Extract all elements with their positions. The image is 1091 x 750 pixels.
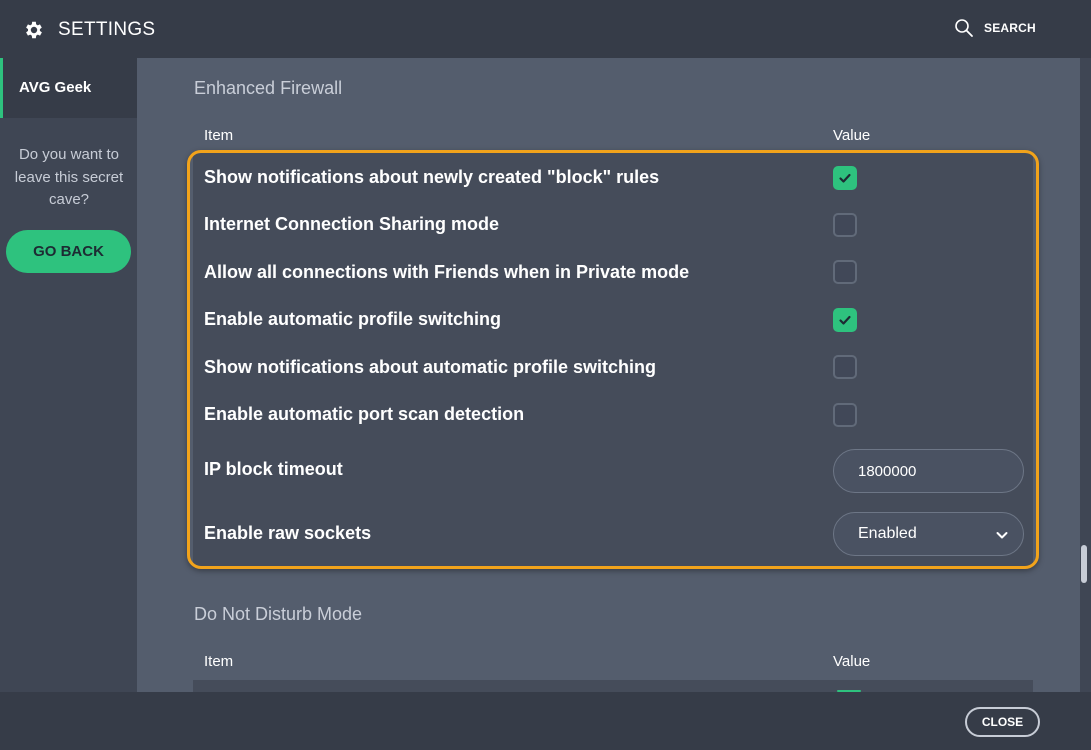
dnd-settings-table	[193, 680, 1033, 692]
chevron-down-icon	[996, 532, 1008, 539]
gear-icon	[26, 21, 42, 39]
sidebar-item-avg-geek[interactable]: AVG Geek	[0, 58, 137, 118]
ip-block-timeout-input[interactable]: 1800000	[833, 449, 1024, 493]
search-button[interactable]: SEARCH	[954, 17, 1036, 39]
footer-bar: CLOSE	[0, 692, 1091, 750]
search-label: SEARCH	[984, 21, 1036, 35]
friends-private-mode-checkbox[interactable]	[833, 260, 857, 284]
setting-label: Show notifications about automatic profi…	[204, 357, 657, 377]
column-header-value: Value	[833, 127, 871, 144]
page-title: SETTINGS	[58, 19, 156, 40]
scrollbar-thumb[interactable]	[1081, 545, 1087, 583]
scrollbar-track[interactable]	[1080, 58, 1091, 692]
sidebar-item-label: AVG Geek	[19, 79, 92, 96]
settings-content[interactable]: Enhanced Firewall Item Value Show notifi…	[137, 58, 1080, 692]
search-icon	[955, 19, 973, 37]
sidebar: AVG Geek Do you want to leave this secre…	[0, 58, 137, 692]
setting-label: IP block timeout	[204, 459, 343, 479]
leave-prompt: Do you want to leave this secret cave?	[14, 146, 124, 208]
close-button[interactable]: CLOSE	[965, 707, 1040, 737]
setting-label: Enable raw sockets	[204, 523, 372, 543]
section-title-do-not-disturb: Do Not Disturb Mode	[194, 604, 363, 624]
setting-label: Show notifications about newly created "…	[204, 167, 660, 187]
column-header-item: Item	[204, 127, 234, 144]
header-bar: SETTINGS SEARCH	[0, 0, 1091, 58]
block-rules-notification-checkbox[interactable]	[833, 166, 857, 190]
profile-switching-notification-checkbox[interactable]	[833, 355, 857, 379]
setting-label: Allow all connections with Friends when …	[204, 262, 690, 282]
setting-label: Internet Connection Sharing mode	[204, 214, 500, 234]
auto-profile-switching-checkbox[interactable]	[833, 308, 857, 332]
raw-sockets-select[interactable]: Enabled	[833, 512, 1024, 556]
setting-label: Enable automatic profile switching	[204, 309, 502, 329]
section-title-enhanced-firewall: Enhanced Firewall	[194, 78, 343, 98]
go-back-button[interactable]: GO BACK	[6, 230, 131, 273]
setting-label: Enable automatic port scan detection	[204, 404, 525, 424]
column-header-value: Value	[833, 653, 871, 670]
ics-mode-checkbox[interactable]	[833, 213, 857, 237]
port-scan-detection-checkbox[interactable]	[833, 403, 857, 427]
checkmark-icon	[839, 315, 851, 325]
checkmark-icon	[839, 173, 851, 183]
raw-sockets-value: Enabled	[858, 525, 917, 542]
column-header-item: Item	[204, 653, 234, 670]
